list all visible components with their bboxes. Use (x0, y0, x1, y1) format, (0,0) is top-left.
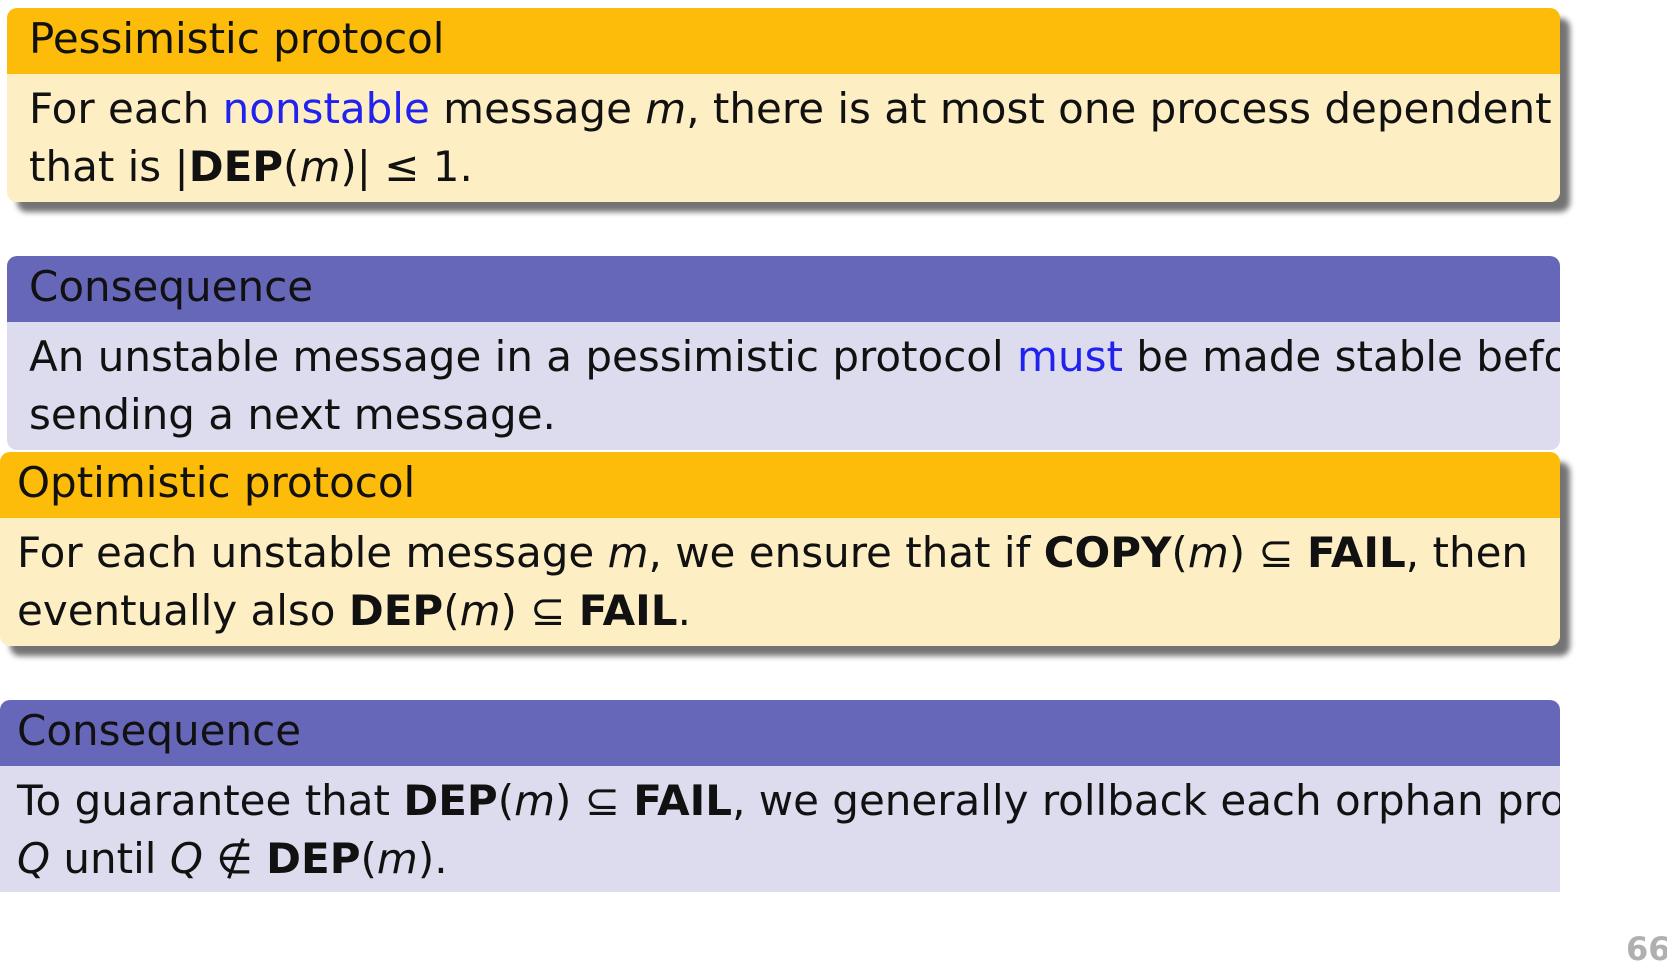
consequence-block-1: Consequence An unstable message in a pes… (7, 256, 1560, 450)
consequence-1-line-2: sending a next message. (29, 390, 556, 439)
consequence-1-line-1: An unstable message in a pessimistic pro… (29, 332, 1560, 381)
pessimistic-line-1: For each nonstable message m, there is a… (29, 84, 1560, 133)
consequence-body-1: An unstable message in a pessimistic pro… (7, 322, 1560, 450)
optimistic-line-1: For each unstable message m, we ensure t… (17, 528, 1529, 577)
consequence-2-line-2: Q until Q ∉ DEP(m). (17, 834, 448, 883)
optimistic-protocol-block: Optimistic protocol For each unstable me… (0, 452, 1560, 646)
optimistic-protocol-title: Optimistic protocol (0, 452, 1560, 518)
must-highlight: must (1017, 332, 1123, 381)
consequence-title-1: Consequence (7, 256, 1560, 322)
optimistic-line-2: eventually also DEP(m) ⊆ FAIL. (17, 586, 691, 635)
consequence-2-line-1: To guarantee that DEP(m) ⊆ FAIL, we gene… (17, 776, 1560, 825)
consequence-title-2: Consequence (0, 700, 1560, 766)
slide: Pessimistic protocol For each nonstable … (0, 0, 1667, 964)
page-number: 66 (1626, 930, 1667, 964)
pessimistic-line-2: that is |DEP(m)| ≤ 1. (29, 142, 473, 191)
consequence-body-2: To guarantee that DEP(m) ⊆ FAIL, we gene… (0, 766, 1560, 892)
pessimistic-protocol-block: Pessimistic protocol For each nonstable … (7, 8, 1560, 202)
pessimistic-protocol-title: Pessimistic protocol (7, 8, 1560, 74)
pessimistic-protocol-body: For each nonstable message m, there is a… (7, 74, 1560, 202)
optimistic-protocol-body: For each unstable message m, we ensure t… (0, 518, 1560, 646)
consequence-block-2: Consequence To guarantee that DEP(m) ⊆ F… (0, 700, 1560, 892)
nonstable-highlight: nonstable (222, 84, 430, 133)
